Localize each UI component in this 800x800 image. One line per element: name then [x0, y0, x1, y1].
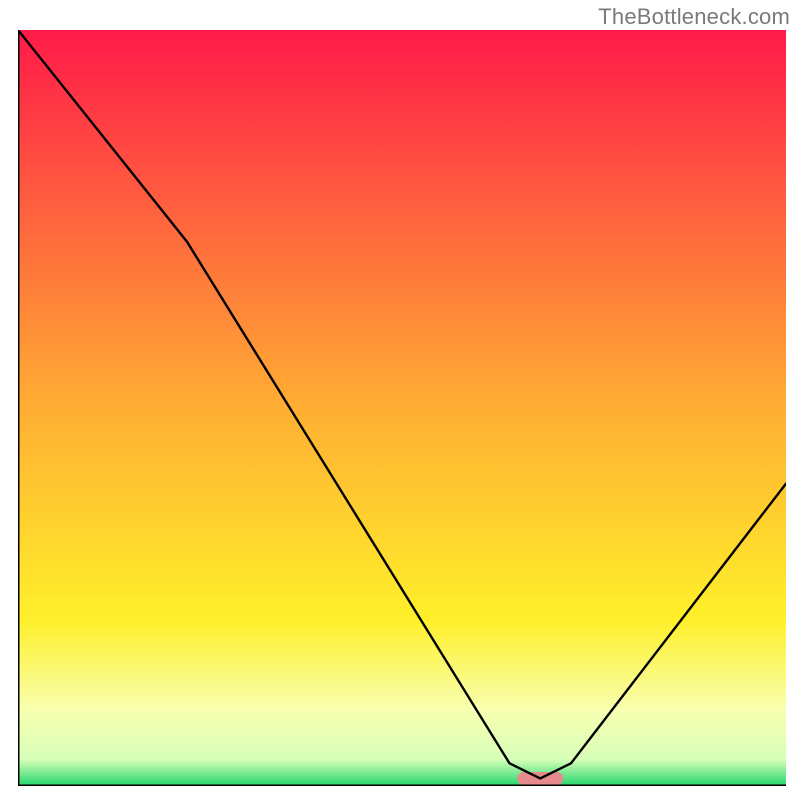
chart-container: TheBottleneck.com	[0, 0, 800, 800]
chart-svg	[18, 30, 786, 786]
plot-area	[18, 30, 786, 786]
watermark-text: TheBottleneck.com	[598, 4, 790, 30]
gradient-background	[18, 30, 786, 786]
